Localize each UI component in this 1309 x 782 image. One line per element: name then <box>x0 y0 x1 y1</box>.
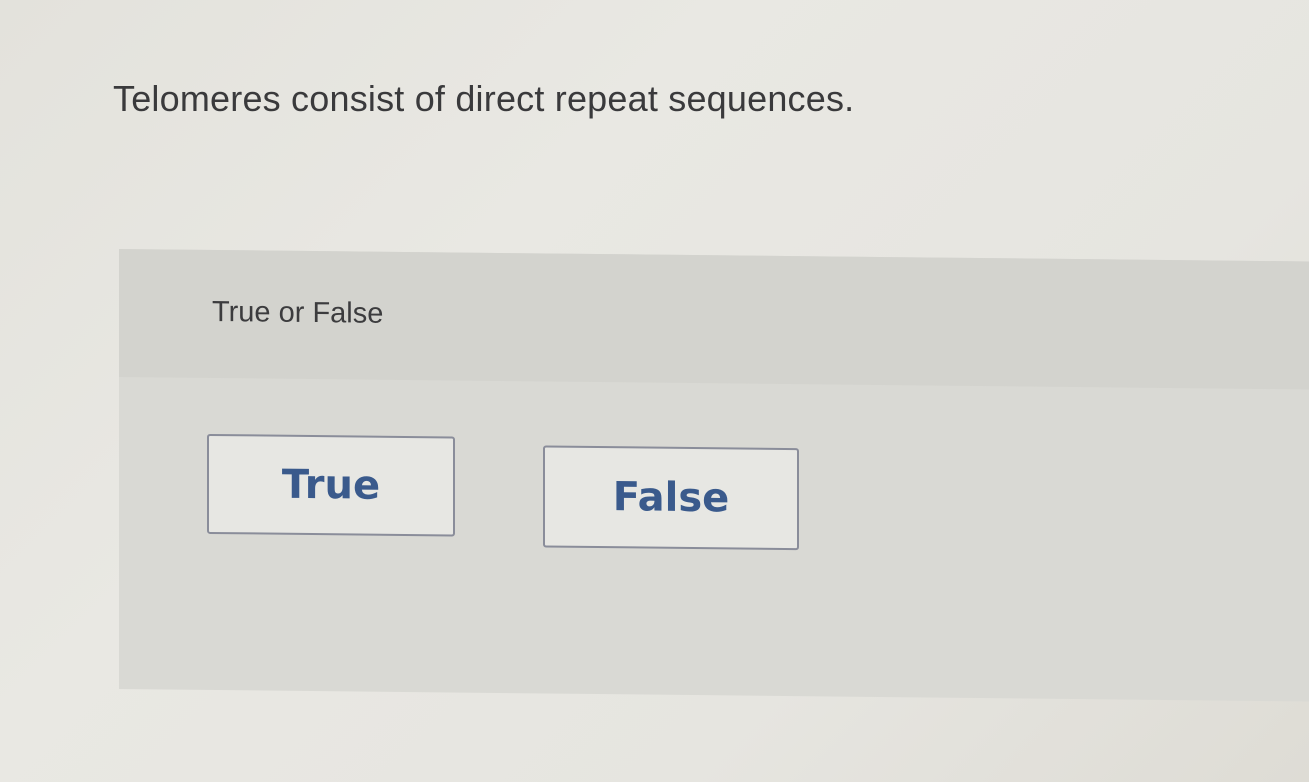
question-text: Telomeres consist of direct repeat seque… <box>113 78 855 119</box>
true-button[interactable]: True <box>207 433 455 537</box>
true-or-false-label: True or False <box>212 295 384 330</box>
answer-panel: True or False True False <box>119 249 1309 702</box>
false-button[interactable]: False <box>543 445 799 551</box>
panel-header: True or False <box>119 249 1309 390</box>
